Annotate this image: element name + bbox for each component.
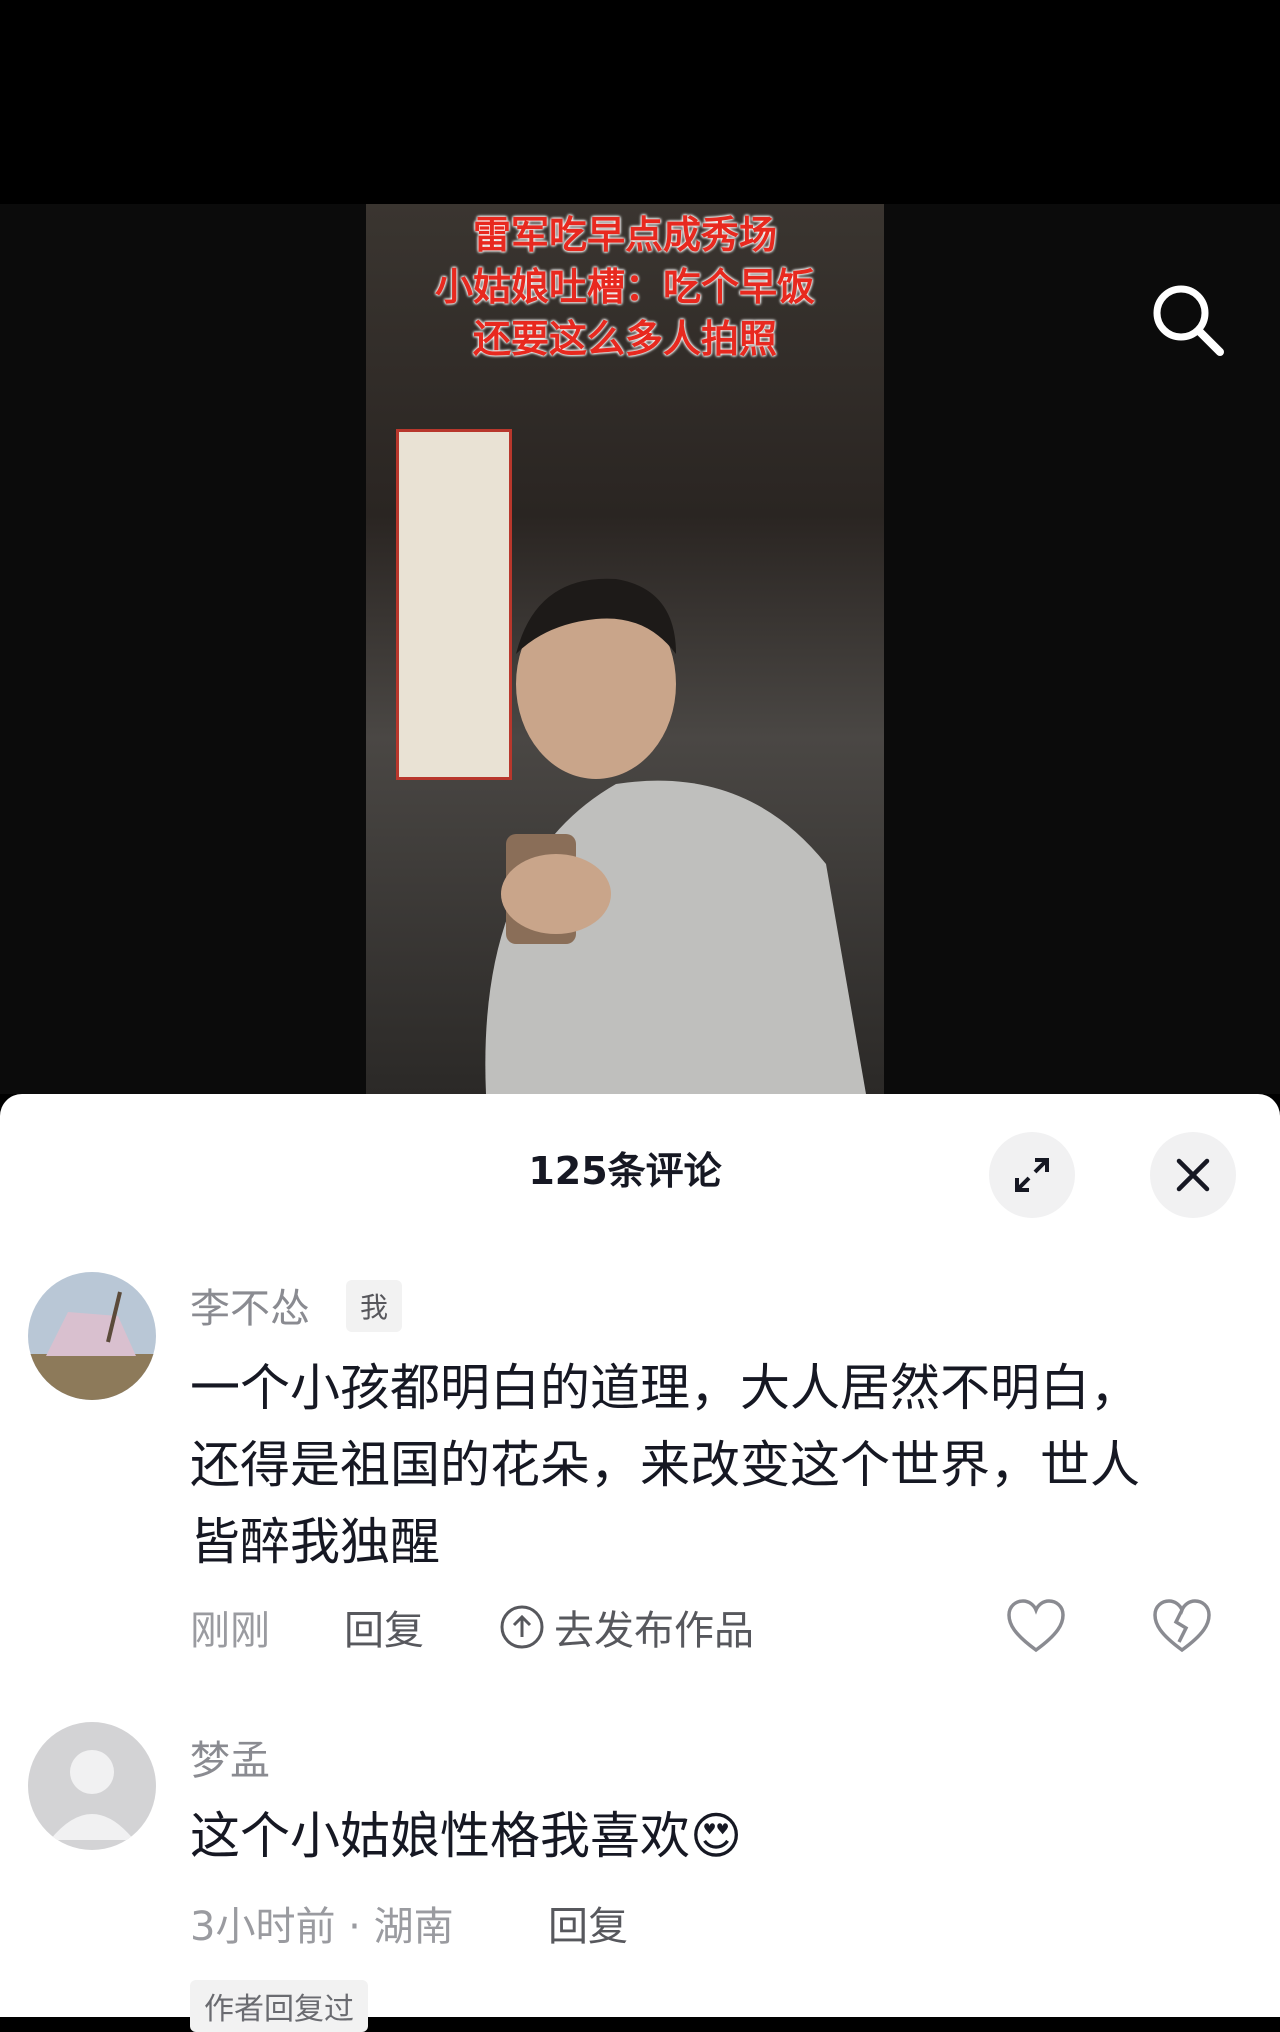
like-icon (1007, 1599, 1065, 1653)
me-badge: 我 (346, 1280, 403, 1332)
dislike-icon (1153, 1599, 1211, 1653)
video-caption-line-2: 小姑娘吐槽：吃个早饭 (434, 265, 815, 309)
like-button[interactable] (1006, 1598, 1066, 1658)
comment-time: 刚刚 (190, 1608, 270, 1654)
emoji-heart-eyes-icon: 😍 (690, 1807, 743, 1865)
author-replied-badge: 作者回复过 (190, 1980, 368, 2032)
comments-panel: 125条评论 李不怂 我 一个小孩都明白的道理，大人居然不明白，还得是祖国的花朵… (0, 1094, 1280, 2032)
expand-button[interactable] (989, 1132, 1075, 1218)
comment-text: 一个小孩都明白的道理，大人居然不明白，还得是祖国的花朵，来改变这个世界，世人皆醉… (190, 1359, 1140, 1571)
publish-work-label: 去发布作品 (554, 1608, 754, 1654)
upload-icon (500, 1605, 544, 1649)
video-person-figure (485, 578, 866, 1094)
search-icon (1153, 285, 1224, 356)
comment-text-body: 这个小姑娘性格我喜欢 (190, 1807, 690, 1865)
avatar-image (28, 1272, 156, 1400)
comment-username[interactable]: 李不怂 (190, 1276, 310, 1334)
avatar[interactable] (28, 1272, 156, 1400)
reply-button[interactable]: 回复 (548, 1894, 628, 1952)
reply-button[interactable]: 回复 (344, 1598, 424, 1656)
default-avatar-icon (28, 1722, 156, 1850)
avatar[interactable] (28, 1722, 156, 1850)
publish-work-button[interactable]: 去发布作品 (498, 1598, 754, 1656)
video-player[interactable]: 雷军吃早点成秀场 小姑娘吐槽：吃个早饭 还要这么多人拍照 (0, 204, 1280, 1094)
comment-text: 这个小姑娘性格我喜欢😍 (190, 1798, 1150, 1875)
comment-username[interactable]: 梦孟 (190, 1728, 270, 1786)
video-frame: 雷军吃早点成秀场 小姑娘吐槽：吃个早饭 还要这么多人拍照 (366, 204, 884, 1094)
close-button[interactable] (1150, 1132, 1236, 1218)
close-icon (1176, 1158, 1210, 1192)
dislike-button[interactable] (1152, 1598, 1212, 1658)
expand-icon (1015, 1158, 1049, 1192)
comment-time-location: 3小时前 · 湖南 (190, 1904, 454, 1950)
search-button[interactable] (1148, 280, 1226, 358)
video-caption-line-1: 雷军吃早点成秀场 (472, 213, 777, 257)
top-black-bar (0, 0, 1280, 204)
video-caption-line-3: 还要这么多人拍照 (472, 317, 777, 361)
